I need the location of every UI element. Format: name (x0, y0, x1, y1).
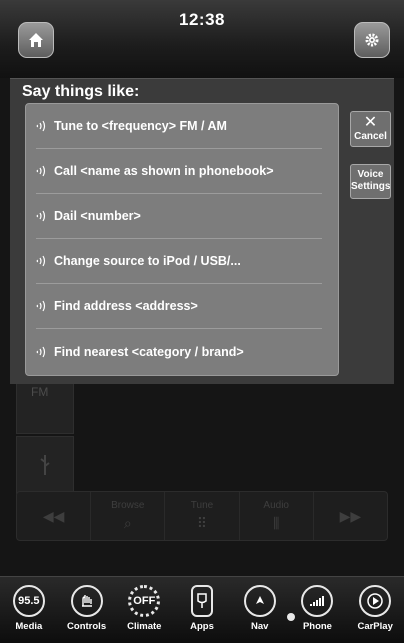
carplay-icon (359, 585, 392, 617)
dock-label: Media (15, 621, 43, 632)
browse-button: Browse ⌕ (91, 492, 166, 540)
clock: 12:38 (179, 10, 225, 29)
band-label: FM (31, 385, 49, 399)
bluetooth-icon (286, 613, 295, 621)
previous-icon: ◀◀ (42, 507, 65, 524)
dock-phone[interactable]: Phone (286, 577, 347, 643)
tune-button: Tune ⠿ (165, 492, 240, 540)
previous-track-button: ◀◀ (17, 492, 92, 540)
dock-media[interactable]: 95.5 Media (0, 577, 58, 643)
next-track-button: ▶▶ (314, 492, 387, 540)
dock-controls[interactable]: Controls (58, 577, 116, 643)
audio-label: Audio (263, 500, 289, 511)
phrase-text: Call <name as shown in phonebook> (54, 164, 274, 178)
voice-settings-label: Voice Settings (351, 169, 391, 192)
browse-label: Browse (111, 500, 145, 511)
voice-waves-icon (36, 255, 46, 267)
close-icon: ✕ (363, 114, 378, 131)
top-status-bar: 12:38 (0, 0, 404, 78)
phrase-text: Tune to <frequency> FM / AM (54, 119, 227, 133)
next-icon: ▶▶ (339, 507, 362, 524)
dock-label: Controls (67, 621, 107, 632)
dock-apps[interactable]: Apps (173, 577, 231, 643)
overlay-title: Say things like: (22, 83, 140, 100)
climate-icon: OFF (128, 585, 161, 617)
settings-button[interactable] (354, 22, 390, 58)
phrase-text: Dail <number> (54, 209, 141, 223)
phrase-list: Tune to <frequency> FM / AM Call <name a… (25, 103, 339, 376)
radio-icon: 95.5 (12, 585, 45, 617)
audio-button: Audio ⫼ (240, 492, 314, 540)
keypad-icon: ⠿ (196, 515, 208, 531)
gear-icon (365, 33, 379, 47)
browse-icon: ⌕ (123, 515, 132, 531)
phrase-item[interactable]: Call <name as shown in phonebook> (36, 149, 322, 194)
voice-settings-button[interactable]: Voice Settings (350, 164, 391, 199)
voice-waves-icon (36, 346, 46, 357)
voice-waves-icon (36, 165, 46, 177)
voice-waves-icon (36, 120, 46, 132)
phrase-item[interactable]: Tune to <frequency> FM / AM (36, 104, 322, 149)
tune-label: Tune (190, 500, 214, 511)
cancel-label: Cancel (354, 131, 387, 142)
usb-icon (40, 455, 50, 475)
phrase-text: Change source to iPod / USB/... (54, 254, 241, 268)
phrase-item[interactable]: Change source to iPod / USB/... (36, 239, 322, 284)
signal-bars-icon (301, 585, 334, 617)
dock-label: CarPlay (357, 621, 393, 632)
voice-waves-icon (36, 300, 46, 312)
dock-climate[interactable]: OFF Climate (115, 577, 173, 643)
equalizer-icon: ⫼ (272, 515, 280, 531)
transport-bar: ◀◀ Browse ⌕ Tune ⠿ Audio ⫼ ▶▶ (16, 491, 388, 541)
dock-label: Apps (190, 621, 214, 632)
dock-nav[interactable]: Nav (231, 577, 289, 643)
dock-label: Climate (127, 621, 162, 632)
nav-arrow-icon (243, 585, 276, 617)
apps-icon (191, 585, 214, 617)
seat-hand-icon (70, 585, 103, 617)
voice-command-overlay: Say things like: Tune to <frequency> FM … (10, 78, 394, 384)
dock-label: Nav (251, 621, 269, 632)
phrase-item[interactable]: Dail <number> (36, 194, 322, 239)
cancel-button[interactable]: ✕ Cancel (350, 111, 391, 147)
dock-label: Phone (302, 621, 332, 632)
dock-carplay[interactable]: CarPlay (346, 577, 404, 643)
phrase-text: Find nearest <category / brand> (54, 344, 244, 359)
usb-source-tile (16, 436, 74, 494)
band-fm-tile: FM (16, 378, 74, 434)
phrase-item[interactable]: Find nearest <category / brand> (36, 329, 322, 374)
voice-waves-icon (36, 210, 46, 222)
home-icon (29, 33, 43, 47)
bottom-dock: 95.5 Media Controls OFF Climate Apps Nav… (0, 576, 404, 643)
phrase-item[interactable]: Find address <address> (36, 284, 322, 329)
phrase-text: Find address <address> (54, 299, 198, 313)
